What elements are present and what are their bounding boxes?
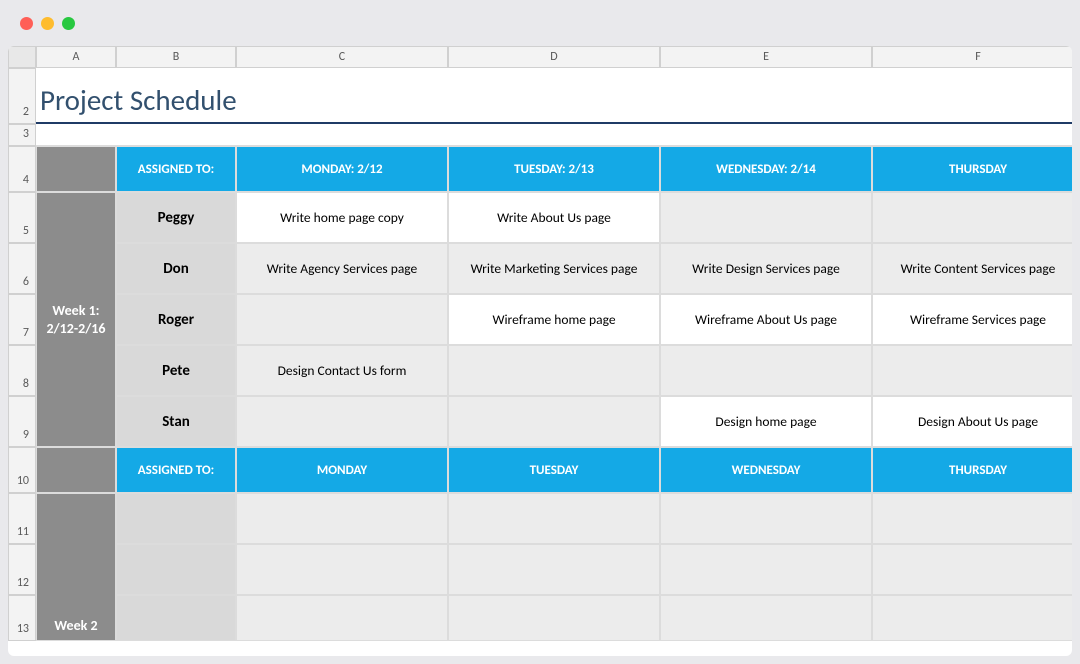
page-title: Project Schedule: [40, 82, 237, 118]
assignee-Peggy[interactable]: Peggy: [116, 192, 236, 243]
task-cell[interactable]: [236, 294, 448, 345]
task-cell[interactable]: [872, 345, 1072, 396]
assignee-blank-1[interactable]: [116, 544, 236, 595]
task-cell[interactable]: [872, 544, 1072, 595]
close-icon[interactable]: [20, 17, 33, 30]
spreadsheet-grid: ABCDEF2Project Schedule34ASSIGNED TO:MON…: [8, 46, 1072, 641]
column-header-D[interactable]: D: [448, 46, 660, 68]
spreadsheet-area[interactable]: ABCDEF2Project Schedule34ASSIGNED TO:MON…: [8, 46, 1072, 656]
task-cell[interactable]: [872, 595, 1072, 641]
task-cell[interactable]: [660, 595, 872, 641]
row-header-2[interactable]: 2: [8, 68, 36, 124]
row-header-11[interactable]: 11: [8, 493, 36, 544]
assigned-header-2[interactable]: ASSIGNED TO:: [116, 447, 236, 493]
row-header-13[interactable]: 13: [8, 595, 36, 641]
task-cell[interactable]: [448, 396, 660, 447]
day-header-tue-1[interactable]: TUESDAY: 2/13: [448, 146, 660, 192]
task-cell[interactable]: [236, 396, 448, 447]
task-cell[interactable]: Write About Us page: [448, 192, 660, 243]
task-cell[interactable]: Write Marketing Services page: [448, 243, 660, 294]
week-1-label[interactable]: Week 1: 2/12-2/16: [36, 192, 116, 447]
week-2-label[interactable]: Week 2: [36, 493, 116, 641]
task-cell[interactable]: [660, 493, 872, 544]
assignee-Don[interactable]: Don: [116, 243, 236, 294]
task-cell[interactable]: [872, 493, 1072, 544]
task-cell[interactable]: [660, 544, 872, 595]
row-header-8[interactable]: 8: [8, 345, 36, 396]
assignee-Stan[interactable]: Stan: [116, 396, 236, 447]
task-cell[interactable]: [448, 595, 660, 641]
task-cell[interactable]: [448, 544, 660, 595]
day-header-mon-2[interactable]: MONDAY: [236, 447, 448, 493]
column-header-F[interactable]: F: [872, 46, 1072, 68]
task-cell[interactable]: Write Design Services page: [660, 243, 872, 294]
select-all-corner[interactable]: [8, 46, 36, 68]
task-cell[interactable]: Wireframe About Us page: [660, 294, 872, 345]
task-cell[interactable]: Write Agency Services page: [236, 243, 448, 294]
week-corner-1[interactable]: [36, 146, 116, 192]
row-header-7[interactable]: 7: [8, 294, 36, 345]
day-header-thu-1[interactable]: THURSDAY: [872, 146, 1072, 192]
task-cell[interactable]: [872, 192, 1072, 243]
task-cell[interactable]: Wireframe Services page: [872, 294, 1072, 345]
window-titlebar: [0, 0, 1080, 46]
row-header-9[interactable]: 9: [8, 396, 36, 447]
day-header-wed-1[interactable]: WEDNESDAY: 2/14: [660, 146, 872, 192]
task-cell[interactable]: Design Contact Us form: [236, 345, 448, 396]
row-header-12[interactable]: 12: [8, 544, 36, 595]
assignee-Roger[interactable]: Roger: [116, 294, 236, 345]
app-window: ABCDEF2Project Schedule34ASSIGNED TO:MON…: [0, 0, 1080, 664]
task-cell[interactable]: [660, 192, 872, 243]
week-corner-2[interactable]: [36, 447, 116, 493]
task-cell[interactable]: [448, 493, 660, 544]
day-header-mon-1[interactable]: MONDAY: 2/12: [236, 146, 448, 192]
column-header-E[interactable]: E: [660, 46, 872, 68]
task-cell[interactable]: Design home page: [660, 396, 872, 447]
row-header-5[interactable]: 5: [8, 192, 36, 243]
task-cell[interactable]: [236, 493, 448, 544]
task-cell[interactable]: Wireframe home page: [448, 294, 660, 345]
column-header-C[interactable]: C: [236, 46, 448, 68]
task-cell[interactable]: Write Content Services page: [872, 243, 1072, 294]
column-header-A[interactable]: A: [36, 46, 116, 68]
title-cell[interactable]: Project Schedule: [36, 68, 1072, 124]
task-cell[interactable]: [236, 595, 448, 641]
minimize-icon[interactable]: [41, 17, 54, 30]
task-cell[interactable]: Design About Us page: [872, 396, 1072, 447]
day-header-wed-2[interactable]: WEDNESDAY: [660, 447, 872, 493]
assignee-Pete[interactable]: Pete: [116, 345, 236, 396]
task-cell[interactable]: [448, 345, 660, 396]
assigned-header-1[interactable]: ASSIGNED TO:: [116, 146, 236, 192]
day-header-thu-2[interactable]: THURSDAY: [872, 447, 1072, 493]
row-header-6[interactable]: 6: [8, 243, 36, 294]
day-header-tue-2[interactable]: TUESDAY: [448, 447, 660, 493]
maximize-icon[interactable]: [62, 17, 75, 30]
assignee-blank-2[interactable]: [116, 595, 236, 641]
spacer-cell[interactable]: [36, 124, 1072, 146]
assignee-blank-0[interactable]: [116, 493, 236, 544]
task-cell[interactable]: Write home page copy: [236, 192, 448, 243]
row-header-10[interactable]: 10: [8, 447, 36, 493]
row-header-3[interactable]: 3: [8, 124, 36, 146]
task-cell[interactable]: [236, 544, 448, 595]
column-header-B[interactable]: B: [116, 46, 236, 68]
task-cell[interactable]: [660, 345, 872, 396]
row-header-4[interactable]: 4: [8, 146, 36, 192]
